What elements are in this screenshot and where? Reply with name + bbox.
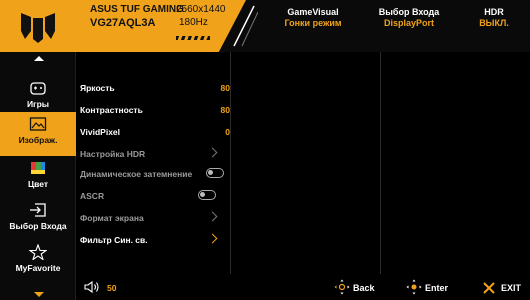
tuf-logo (0, 0, 76, 52)
sidebar: Игры Изображ. Цвет Выбор Входа MyFavorit… (0, 52, 76, 300)
setting-label: ASCR (80, 191, 105, 201)
close-icon (483, 282, 495, 294)
color-icon (31, 162, 45, 174)
setting-label: Формат экрана (80, 213, 144, 223)
status-value: DisplayPort (383, 18, 434, 28)
model-info: ASUS TUF GAMING VG27AQL3A 2560x1440 180H… (76, 0, 246, 52)
decor-stripe (176, 36, 210, 40)
back-label: Back (353, 283, 375, 293)
joystick-left-icon (334, 279, 350, 295)
panel-divider (380, 52, 381, 274)
toggle-switch[interactable] (198, 190, 216, 200)
sidebar-item-label: Игры (26, 99, 50, 109)
header-divider (233, 5, 258, 47)
image-icon (29, 117, 47, 131)
star-icon (29, 244, 47, 260)
setting-vividpixel[interactable]: VividPixel 0 (80, 124, 230, 140)
exit-label: EXIT (501, 283, 522, 293)
status-key: GameVisual (287, 7, 339, 17)
status-gamevisual: GameVisual Гонки режим (268, 7, 358, 28)
enter-label: Enter (425, 283, 449, 293)
model-name: VG27AQL3A (90, 17, 156, 29)
status-input: Выбор Входа DisplayPort (354, 7, 464, 28)
toggle-switch[interactable] (206, 168, 224, 178)
setting-hdr[interactable]: Настройка HDR (80, 146, 230, 162)
gamepad-icon (30, 82, 46, 95)
chevron-right-icon (207, 211, 218, 222)
setting-ascr[interactable]: ASCR (80, 188, 230, 204)
sidebar-item-label: Выбор Входа (9, 221, 67, 231)
setting-blue-light[interactable]: Фильтр Син. св. (80, 232, 230, 248)
sidebar-item-label: MyFavorite (15, 263, 61, 273)
setting-label: Настройка HDR (80, 149, 146, 159)
panel-divider (230, 52, 231, 274)
setting-label: Фильтр Син. св. (80, 235, 148, 245)
sidebar-item-color[interactable]: Цвет (0, 156, 76, 200)
sidebar-item-myfavorite[interactable]: MyFavorite (0, 240, 76, 284)
setting-value: 80 (220, 105, 230, 115)
sidebar-item-label: Цвет (27, 179, 49, 189)
scroll-down-icon[interactable] (34, 292, 44, 297)
setting-label: Контрастность (80, 105, 143, 115)
status-key: HDR (484, 7, 504, 17)
setting-contrast[interactable]: Контрастность 80 (80, 102, 230, 118)
volume-icon[interactable] (84, 280, 100, 294)
status-value: Гонки режим (284, 18, 342, 28)
osd-header: ASUS TUF GAMING VG27AQL3A 2560x1440 180H… (0, 0, 530, 52)
status-hdr: HDR ВЫКЛ. (464, 7, 524, 28)
setting-value: 0 (225, 127, 230, 137)
setting-aspect[interactable]: Формат экрана (80, 210, 230, 226)
setting-dynamic-dimming[interactable]: Динамическое затемнение (80, 166, 230, 182)
chevron-right-icon (207, 147, 218, 158)
brand-name: ASUS TUF GAMING (90, 4, 184, 15)
input-icon (30, 203, 46, 217)
chevron-right-icon (207, 233, 218, 244)
setting-label: Динамическое затемнение (80, 169, 193, 179)
sidebar-item-label: Изображ. (18, 135, 58, 145)
setting-value: 80 (220, 83, 230, 93)
sidebar-item-input[interactable]: Выбор Входа (0, 198, 76, 242)
refresh-rate: 180Hz (179, 17, 208, 28)
volume-value: 50 (107, 283, 117, 293)
resolution: 2560x1440 (176, 4, 226, 15)
joystick-press-icon (406, 279, 422, 295)
scroll-up-icon[interactable] (34, 56, 44, 61)
status-value: ВЫКЛ. (479, 18, 509, 28)
setting-label: Яркость (80, 83, 115, 93)
setting-brightness[interactable]: Яркость 80 (80, 80, 230, 96)
osd-footer: 50 Back Enter EXIT (76, 274, 530, 300)
sidebar-item-image[interactable]: Изображ. (0, 112, 76, 156)
status-key: Выбор Входа (378, 7, 440, 17)
setting-label: VividPixel (80, 127, 121, 137)
